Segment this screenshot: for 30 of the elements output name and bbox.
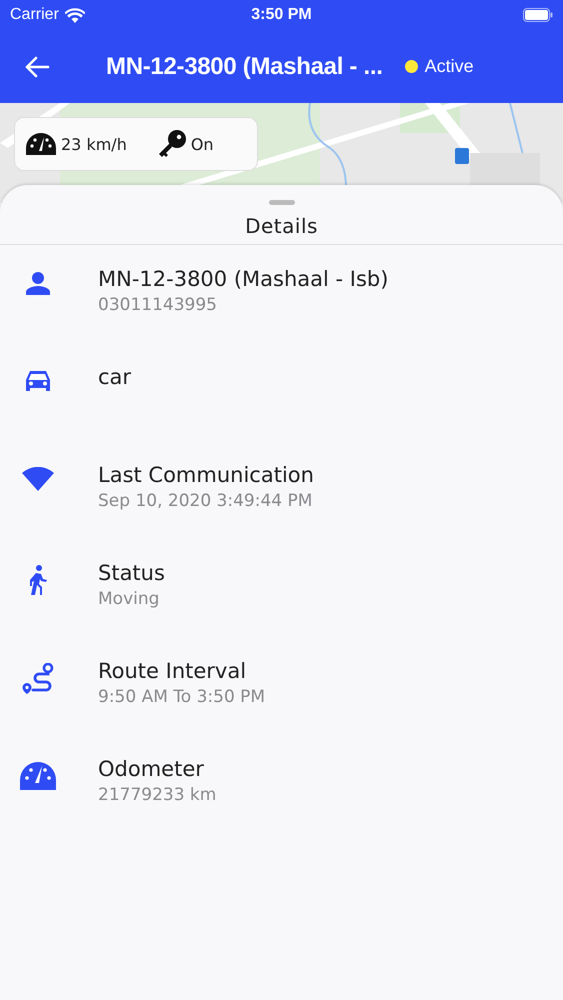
detail-value: 21779233 km (98, 785, 216, 805)
detail-value: 03011143995 (98, 295, 218, 315)
signal-icon (22, 467, 54, 491)
route-icon (21, 663, 55, 695)
car-icon (24, 369, 52, 393)
walking-person-icon (29, 565, 47, 595)
detail-title: Last Communication (98, 463, 314, 487)
sheet-title: Details (0, 205, 563, 245)
detail-title: Route Interval (98, 659, 248, 683)
detail-value: Moving (98, 589, 160, 609)
carrier-label: Carrier (10, 6, 59, 24)
detail-value: Sep 10, 2020 3:49:44 PM (98, 491, 314, 511)
vehicle-title: MN-12-3800 (Mashaal - ... (106, 52, 383, 80)
detail-value: 9:50 AM To 3:50 PM (98, 687, 266, 707)
detail-title: MN-12-3800 (Mashaal - Isb) (98, 267, 388, 291)
wifi-icon (64, 8, 85, 22)
detail-title: Odometer (98, 757, 205, 781)
gauge-icon (19, 761, 57, 791)
back-button[interactable] (24, 54, 52, 78)
speedometer-icon (25, 132, 57, 156)
detail-title: Status (98, 561, 165, 585)
detail-title: car (98, 365, 132, 389)
clock-time: 3:50 PM (251, 6, 312, 24)
status-label: Active (424, 56, 474, 77)
key-icon (156, 129, 187, 159)
drag-handle[interactable] (268, 200, 294, 205)
ignition-value: On (190, 134, 214, 154)
speed-value: 23 km/h (61, 134, 127, 154)
battery-icon (523, 8, 553, 22)
person-icon (25, 271, 51, 295)
